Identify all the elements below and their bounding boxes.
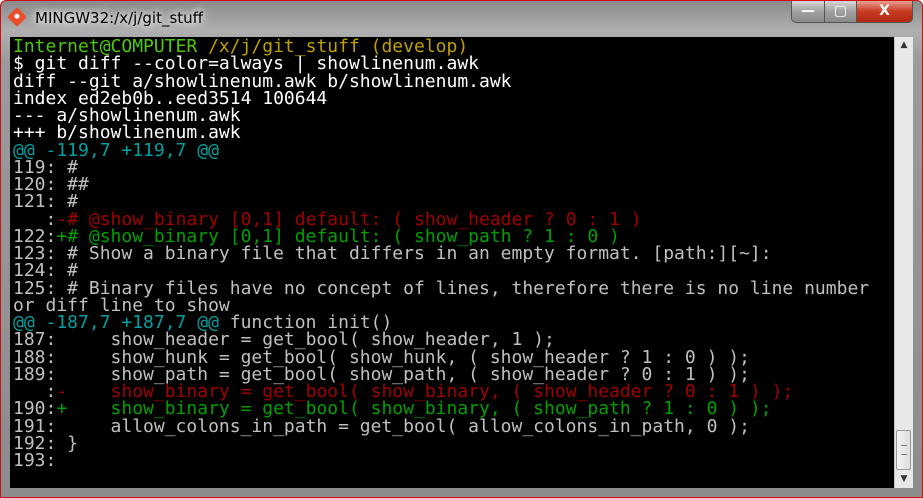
terminal-line: 120: ## (13, 176, 894, 194)
scroll-up-arrow-icon[interactable]: ▲ (895, 37, 913, 54)
terminal-text-default: 191: allow_colons_in_path = get_bool( al… (13, 415, 750, 437)
terminal-line: 191: allow_colons_in_path = get_bool( al… (13, 415, 894, 437)
window-frame: MINGW32:/x/j/git_stuff — ▢ X Internet@CO… (0, 0, 923, 498)
terminal-line: 193: (13, 450, 894, 471)
terminal-text-default: 123: # Show a binary file that differs i… (13, 243, 772, 264)
close-button[interactable]: X (856, 1, 913, 23)
git-logo-icon (7, 7, 27, 27)
maximize-button[interactable]: ▢ (824, 1, 857, 23)
terminal-line: @@ -119,7 +119,7 @@ (13, 141, 894, 159)
terminal-line: 192: } (13, 434, 894, 452)
terminal-output[interactable]: Internet@COMPUTER /x/j/git_stuff (develo… (10, 37, 894, 488)
terminal-line: 123: # Show a binary file that differs i… (13, 243, 894, 264)
terminal-line: 119: # (13, 158, 894, 176)
window-title: MINGW32:/x/j/git_stuff (35, 9, 203, 27)
vertical-scrollbar[interactable]: ▲ ▼ (894, 37, 913, 488)
terminal-text-default: 193: (13, 450, 57, 471)
title-bar[interactable]: MINGW32:/x/j/git_stuff (1, 1, 922, 35)
minimize-button[interactable]: — (791, 1, 825, 23)
scrollbar-thumb[interactable] (896, 430, 911, 470)
scroll-down-arrow-icon[interactable]: ▼ (895, 471, 913, 488)
